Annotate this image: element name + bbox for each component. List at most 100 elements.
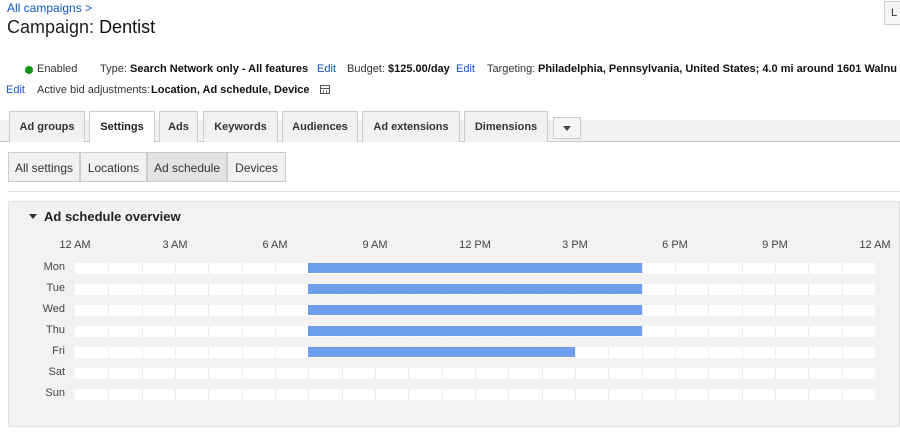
- hour-label: 3 AM: [162, 239, 188, 251]
- grid-line: [141, 284, 143, 295]
- ad-schedule-toggle[interactable]: Ad schedule overview: [29, 209, 181, 224]
- grid-line: [275, 368, 276, 379]
- grid-line: [241, 305, 243, 316]
- subtab-locations[interactable]: Locations: [80, 152, 147, 182]
- tab-dimensions[interactable]: Dimensions: [464, 111, 548, 142]
- breadcrumb-separator: >: [85, 1, 93, 15]
- grid-line: [475, 389, 476, 400]
- corner-button[interactable]: L: [884, 1, 900, 25]
- grid-line: [708, 389, 710, 400]
- budget-label: Budget:: [347, 63, 385, 75]
- grid-line: [108, 305, 110, 316]
- grid-line: [641, 326, 643, 337]
- grid-line: [308, 368, 310, 379]
- grid-line: [841, 347, 843, 358]
- grid-line: [741, 305, 743, 316]
- grid-line: [375, 389, 376, 400]
- schedule-bar[interactable]: [308, 284, 642, 294]
- hour-label: 9 PM: [762, 239, 788, 251]
- grid-line: [575, 368, 576, 379]
- hour-label: 3 PM: [562, 239, 588, 251]
- grid-line: [141, 347, 143, 358]
- grid-line: [275, 305, 276, 316]
- targeting-value: Philadelphia, Pennsylvania, United State…: [538, 63, 898, 75]
- all-campaigns-link[interactable]: All campaigns: [7, 1, 82, 15]
- tab-settings[interactable]: Settings: [89, 111, 155, 143]
- grid-line: [241, 284, 243, 295]
- targeting-edit-link[interactable]: Edit: [6, 84, 25, 96]
- schedule-bar[interactable]: [308, 263, 642, 273]
- grid-line: [708, 263, 710, 274]
- tab-audiences[interactable]: Audiences: [282, 111, 358, 142]
- tab-ads[interactable]: Ads: [159, 111, 198, 142]
- grid-line: [175, 263, 176, 274]
- divider: [8, 191, 900, 192]
- grid-line: [108, 263, 110, 274]
- grid-line: [675, 368, 676, 379]
- schedule-bar[interactable]: [308, 347, 575, 357]
- grid-line: [441, 368, 443, 379]
- type-value: Search Network only - All features: [130, 63, 309, 75]
- grid-line: [775, 284, 776, 295]
- breadcrumb: All campaigns >: [7, 1, 92, 15]
- grid-line: [575, 347, 576, 358]
- hour-label: 12 PM: [459, 239, 491, 251]
- grid-line: [108, 326, 110, 337]
- ad-schedule-title: Ad schedule overview: [44, 209, 181, 224]
- grid-line: [208, 389, 210, 400]
- collapse-caret-icon: [29, 214, 37, 219]
- grid-line: [175, 284, 176, 295]
- calendar-icon[interactable]: [317, 84, 330, 96]
- tab-ad-extensions[interactable]: Ad extensions: [362, 111, 460, 142]
- grid-line: [641, 263, 643, 274]
- tab-keywords[interactable]: Keywords: [203, 111, 278, 142]
- day-label: Sat: [48, 366, 65, 378]
- schedule-bar[interactable]: [308, 326, 642, 336]
- type-edit-link[interactable]: Edit: [317, 63, 336, 75]
- grid-line: [675, 284, 676, 295]
- grid-line: [608, 347, 610, 358]
- page-title-prefix: Campaign:: [7, 17, 95, 37]
- type-label: Type:: [100, 63, 127, 75]
- budget-value: $125.00/day: [388, 63, 450, 75]
- subtab-all-settings[interactable]: All settings: [8, 152, 80, 182]
- grid-line: [241, 368, 243, 379]
- grid-line: [808, 347, 810, 358]
- tab-ad-groups[interactable]: Ad groups: [9, 111, 85, 142]
- grid-line: [508, 368, 510, 379]
- grid-line: [575, 389, 576, 400]
- grid-line: [208, 326, 210, 337]
- grid-line: [741, 284, 743, 295]
- grid-line: [275, 347, 276, 358]
- day-label: Thu: [46, 324, 65, 336]
- budget-edit-link[interactable]: Edit: [456, 63, 475, 75]
- grid-line: [408, 389, 410, 400]
- grid-line: [275, 263, 276, 274]
- grid-line: [241, 326, 243, 337]
- grid-line: [108, 284, 110, 295]
- bid-adjustments-value: Location, Ad schedule, Device: [151, 84, 310, 96]
- grid-line: [741, 368, 743, 379]
- grid-line: [775, 368, 776, 379]
- subtab-ad-schedule[interactable]: Ad schedule: [147, 152, 227, 182]
- grid-line: [175, 326, 176, 337]
- hour-label: 6 AM: [262, 239, 288, 251]
- grid-line: [775, 389, 776, 400]
- grid-line: [708, 347, 710, 358]
- grid-line: [108, 389, 110, 400]
- schedule-bar[interactable]: [308, 305, 642, 315]
- grid-line: [208, 263, 210, 274]
- grid-line: [108, 347, 110, 358]
- hour-label: 6 PM: [662, 239, 688, 251]
- grid-line: [708, 326, 710, 337]
- subtab-devices[interactable]: Devices: [227, 152, 286, 182]
- bid-adjustments-row: Edit Active bid adjustments: Location, A…: [0, 84, 900, 100]
- grid-line: [775, 326, 776, 337]
- more-tabs-button[interactable]: [553, 117, 581, 139]
- grid-line: [808, 368, 810, 379]
- grid-line: [808, 305, 810, 316]
- grid-line: [641, 389, 643, 400]
- grid-line: [208, 284, 210, 295]
- grid-line: [275, 326, 276, 337]
- grid-line: [641, 305, 643, 316]
